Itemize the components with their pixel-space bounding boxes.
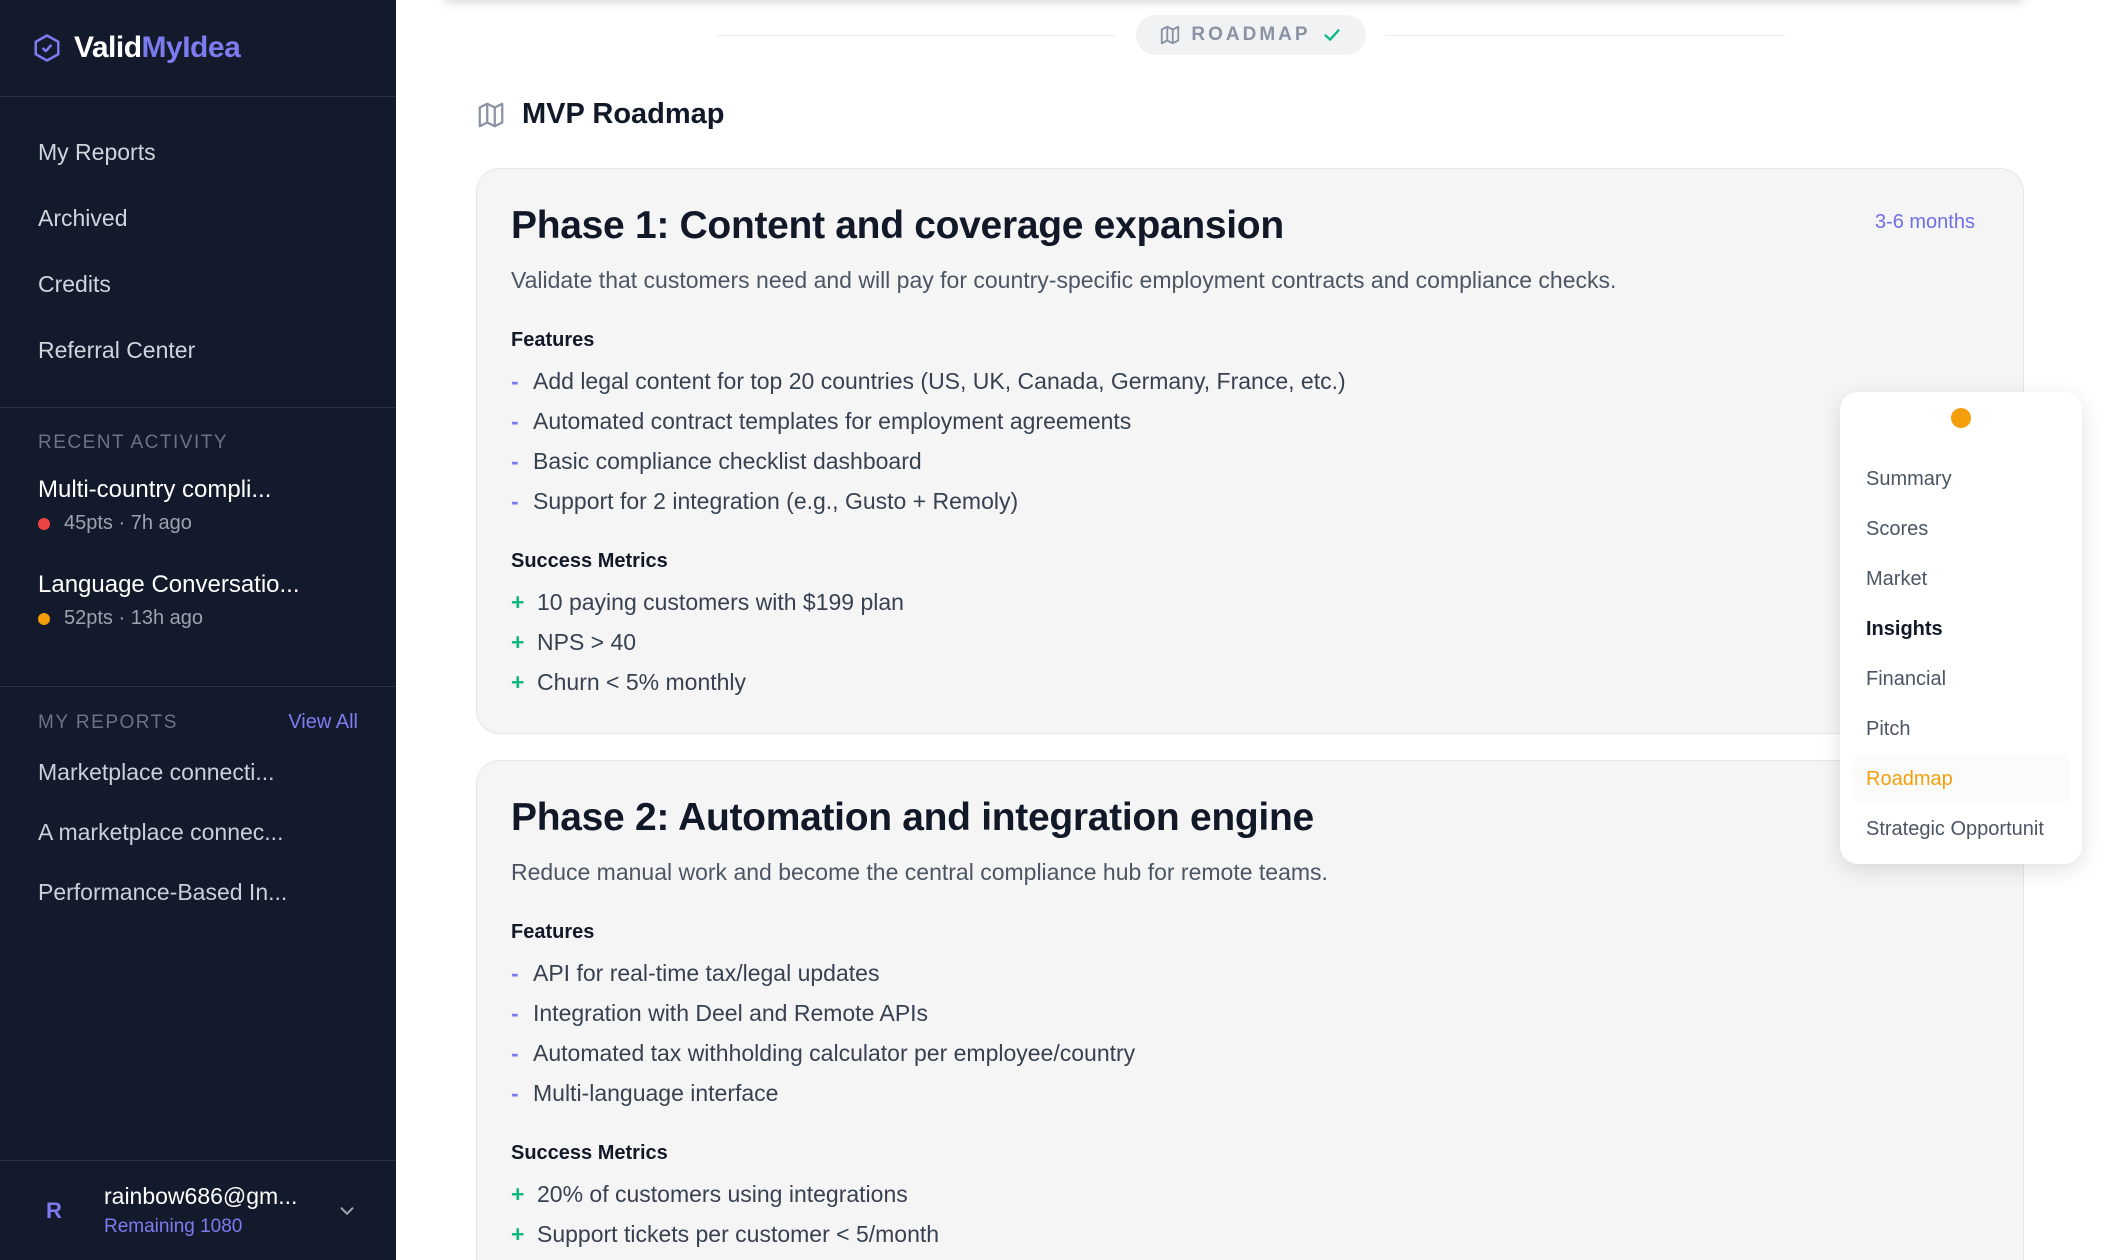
account-menu[interactable]: R rainbow686@gm... Remaining 1080 [0, 1160, 396, 1260]
remaining-credits: Remaining 1080 [104, 1216, 243, 1237]
report-item[interactable]: Marketplace connecti... [38, 742, 358, 802]
features-list: - Add legal content for top 20 countries … [511, 361, 1346, 521]
nav-link-pitch[interactable]: Pitch [1852, 704, 2070, 754]
chevron-down-icon[interactable] [336, 1200, 358, 1222]
account-email: rainbow686@gm... [104, 1183, 298, 1209]
feature-item: - Multi-language interface [511, 1079, 779, 1106]
brand[interactable]: ValidMyIdea [0, 0, 396, 97]
page-title-text: MVP Roadmap [522, 98, 725, 130]
feature-item: - Support for 2 integration (e.g., Gusto … [511, 487, 1019, 514]
nav-link-strategic-opportunities[interactable]: Strategic Opportunit [1852, 804, 2070, 854]
feature-item: - Add legal content for top 20 countries … [511, 367, 1346, 394]
progress-dot [1951, 408, 1971, 428]
report-item[interactable]: A marketplace connec... [38, 802, 358, 862]
hexagon-logo-icon [34, 34, 60, 62]
nav-link-insights[interactable]: Insights [1852, 604, 2070, 654]
phase-title: Phase 1: Content and coverage expansion [511, 204, 1284, 247]
my-reports-title: MY REPORTS [38, 711, 178, 733]
avatar: R [46, 1197, 62, 1223]
account-info: rainbow686@gm... Remaining 1080 [104, 1183, 336, 1238]
phase-card-2: Phase 2: Automation and integration engi… [476, 760, 2024, 1260]
metrics-heading: Success Metrics [511, 1142, 668, 1164]
activity-item[interactable]: Language Conversatio... 52pts · 13h ago [38, 571, 358, 630]
activity-meta-text: 45pts · 7h ago [64, 512, 192, 534]
report-item[interactable]: Performance-Based In... [38, 862, 358, 922]
map-icon [1161, 25, 1180, 45]
feature-item: - Automated contract templates for employ… [511, 407, 1132, 434]
status-dot [38, 517, 50, 530]
nav-link-market[interactable]: Market [1852, 554, 2070, 604]
check-icon [1323, 29, 1340, 41]
features-heading: Features [511, 329, 595, 351]
activity-meta: 45pts · 7h ago [38, 512, 358, 535]
main-content: ROADMAP MVP Roadmap Phase 1: Content and… [396, 0, 2106, 1260]
feature-item: - API for real-time tax/legal updates [511, 959, 880, 986]
metrics-list: +10 paying customers with $199 plan + NPS… [511, 582, 904, 702]
section-pill-label: ROADMAP [1191, 24, 1311, 45]
feature-item: - Automated tax withholding calculator pe… [511, 1039, 1136, 1066]
nav-link-roadmap[interactable]: Roadmap [1852, 754, 2070, 804]
section-pill-roadmap: ROADMAP [1136, 15, 1366, 55]
metric-item: + Churn < 5% monthly [511, 668, 747, 695]
activity-meta: 52pts · 13h ago [38, 607, 358, 630]
phase-description: Validate that customers need and will pa… [511, 267, 1617, 293]
metric-item: + Support tickets per customer < 5/month [511, 1220, 940, 1247]
main-nav: My Reports Archived Credits Referral Cen… [0, 97, 396, 408]
activity-title: Language Conversatio... [38, 571, 300, 598]
metric-item: + NPS > 40 [511, 628, 637, 655]
brand-name: ValidMyIdea [74, 31, 241, 64]
my-reports-section: MY REPORTS View All Marketplace connecti… [0, 687, 396, 942]
metric-item: +10 paying customers with $199 plan [511, 588, 904, 615]
recent-activity: RECENT ACTIVITY Multi-country compli... … [0, 408, 396, 687]
activity-item[interactable]: Multi-country compli... 45pts · 7h ago [38, 476, 358, 535]
status-dot [38, 612, 50, 625]
phase-title: Phase 2: Automation and integration engi… [511, 796, 1314, 839]
nav-item-archived[interactable]: Archived [0, 185, 396, 251]
nav-link-scores[interactable]: Scores [1852, 504, 2070, 554]
section-divider-left [716, 35, 1116, 36]
activity-meta-text: 52pts · 13h ago [64, 607, 203, 629]
metrics-heading: Success Metrics [511, 550, 668, 572]
page-title: MVP Roadmap [476, 98, 725, 131]
feature-item: - Basic compliance checklist dashboard [511, 447, 922, 474]
view-all-link[interactable]: View All [288, 711, 358, 734]
section-navigator: Summary Scores Market Insights Financial… [1840, 392, 2082, 864]
sidebar: ValidMyIdea My Reports Archived Credits … [0, 0, 396, 1260]
activity-title: Multi-country compli... [38, 476, 272, 503]
phase-card-1: Phase 1: Content and coverage expansion … [476, 168, 2024, 734]
section-divider-right [1386, 35, 1786, 36]
metric-item: +20% of customers using integrations [511, 1180, 908, 1207]
nav-link-summary[interactable]: Summary [1852, 454, 2070, 504]
feature-item: - Integration with Deel and Remote APIs [511, 999, 929, 1026]
nav-item-referral-center[interactable]: Referral Center [0, 317, 396, 383]
nav-item-my-reports[interactable]: My Reports [0, 119, 396, 185]
phase-duration: 3-6 months [1874, 211, 1975, 233]
phase-description: Reduce manual work and become the centra… [511, 859, 1328, 885]
metrics-list: +20% of customers using integrations + Su… [511, 1174, 939, 1254]
map-icon [478, 102, 504, 127]
nav-link-financial[interactable]: Financial [1852, 654, 2070, 704]
features-heading: Features [511, 921, 595, 943]
nav-item-credits[interactable]: Credits [0, 251, 396, 317]
features-list: - API for real-time tax/legal updates - In… [511, 953, 1135, 1113]
recent-activity-title: RECENT ACTIVITY [38, 432, 229, 453]
